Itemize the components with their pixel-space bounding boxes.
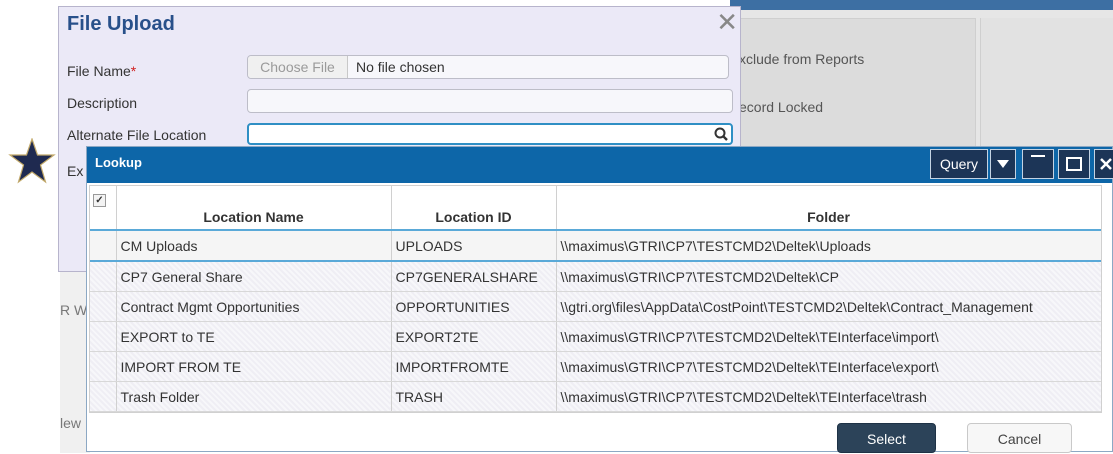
background-toolbar xyxy=(730,0,1113,10)
row-selector[interactable] xyxy=(90,291,117,322)
select-button[interactable]: Select xyxy=(837,423,936,453)
location-name-cell[interactable]: CP7 General Share xyxy=(116,261,392,292)
alternate-file-location-label: Alternate File Location xyxy=(67,127,207,143)
location-id-cell[interactable]: IMPORTFROMTE xyxy=(391,351,557,382)
close-icon xyxy=(1100,158,1112,170)
dropdown-arrow-icon xyxy=(997,160,1009,168)
location-name-cell[interactable]: IMPORT FROM TE xyxy=(116,351,392,382)
query-dropdown-button[interactable] xyxy=(990,149,1016,179)
description-label: Description xyxy=(67,95,138,111)
folder-cell[interactable]: \\maximus\GTRI\CP7\TESTCMD2\Deltek\TEInt… xyxy=(556,381,1101,412)
folder-cell[interactable]: \\maximus\GTRI\CP7\TESTCMD2\Deltek\CP xyxy=(556,261,1101,292)
table-row[interactable]: IMPORT FROM TE IMPORTFROMTE \\maximus\GT… xyxy=(90,351,1101,382)
row-selector[interactable] xyxy=(90,261,117,292)
location-id-cell[interactable]: UPLOADS xyxy=(391,229,557,262)
column-header-location-id[interactable]: Location ID xyxy=(391,186,557,231)
select-all-header[interactable]: ✓ xyxy=(90,186,117,231)
partial-hidden-label: Ex xyxy=(67,163,84,179)
file-name-label: File Name* xyxy=(67,63,136,79)
maximize-icon xyxy=(1066,157,1082,171)
exclude-from-reports-label: xclude from Reports xyxy=(739,51,865,67)
table-row[interactable]: CM Uploads UPLOADS \\maximus\GTRI\CP7\TE… xyxy=(90,229,1101,262)
row-selector[interactable] xyxy=(90,321,117,352)
background-fragment-text: R W xyxy=(60,302,88,318)
lookup-close-button[interactable] xyxy=(1094,149,1113,179)
star-icon xyxy=(8,138,56,184)
table-header-row: ✓ Location Name Location ID Folder xyxy=(90,186,1101,231)
folder-cell[interactable]: \\maximus\GTRI\CP7\TESTCMD2\Deltek\Uploa… xyxy=(556,229,1101,262)
background-panel: xclude from Reports ecord Locked xyxy=(730,18,976,150)
minimize-icon xyxy=(1031,155,1045,157)
table-row[interactable]: Contract Mgmt Opportunities OPPORTUNITIE… xyxy=(90,291,1101,322)
column-header-folder[interactable]: Folder xyxy=(556,186,1101,231)
location-name-cell[interactable]: CM Uploads xyxy=(116,229,392,262)
query-button[interactable]: Query xyxy=(930,149,988,179)
lookup-table: ✓ Location Name Location ID Folder CM Up… xyxy=(90,186,1101,412)
row-selector[interactable] xyxy=(90,351,117,382)
background-panel-right xyxy=(980,18,1113,150)
minimize-button[interactable] xyxy=(1022,149,1054,179)
row-selector[interactable] xyxy=(90,381,117,412)
table-row[interactable]: CP7 General Share CP7GENERALSHARE \\maxi… xyxy=(90,261,1101,292)
row-selector[interactable] xyxy=(90,229,117,262)
column-header-location-name[interactable]: Location Name xyxy=(116,186,392,231)
search-icon[interactable] xyxy=(713,126,729,142)
table-row[interactable]: Trash Folder TRASH \\maximus\GTRI\CP7\TE… xyxy=(90,381,1101,412)
lookup-title: Lookup xyxy=(95,155,142,170)
alternate-file-location-field[interactable] xyxy=(247,123,733,145)
record-locked-label: ecord Locked xyxy=(739,99,824,115)
description-field[interactable] xyxy=(247,89,733,113)
choose-file-button[interactable]: Choose File xyxy=(248,56,348,78)
table-row[interactable]: EXPORT to TE EXPORT2TE \\maximus\GTRI\CP… xyxy=(90,321,1101,352)
background-fragment-text-2: lew xyxy=(60,415,82,431)
location-id-cell[interactable]: TRASH xyxy=(391,381,557,412)
checkbox-icon[interactable]: ✓ xyxy=(93,194,106,207)
maximize-button[interactable] xyxy=(1058,149,1090,179)
file-upload-title: File Upload xyxy=(67,13,175,35)
folder-cell[interactable]: \\maximus\GTRI\CP7\TESTCMD2\Deltek\TEInt… xyxy=(556,351,1101,382)
location-name-cell[interactable]: Trash Folder xyxy=(116,381,392,412)
lookup-dialog: Lookup Query ✓ Location Name Location ID… xyxy=(86,146,1113,453)
location-name-cell[interactable]: Contract Mgmt Opportunities xyxy=(116,291,392,322)
cancel-button[interactable]: Cancel xyxy=(967,423,1072,453)
file-input[interactable]: Choose File No file chosen xyxy=(247,55,729,79)
lookup-header: Lookup Query xyxy=(87,147,1113,183)
location-id-cell[interactable]: CP7GENERALSHARE xyxy=(391,261,557,292)
no-file-chosen-text: No file chosen xyxy=(356,59,445,75)
folder-cell[interactable]: \\maximus\GTRI\CP7\TESTCMD2\Deltek\TEInt… xyxy=(556,321,1101,352)
lookup-grid: ✓ Location Name Location ID Folder CM Up… xyxy=(89,185,1102,413)
close-icon[interactable]: ✕ xyxy=(716,7,738,37)
required-marker: * xyxy=(130,63,137,79)
location-id-cell[interactable]: EXPORT2TE xyxy=(391,321,557,352)
folder-cell[interactable]: \\gtri.org\files\AppData\CostPoint\TESTC… xyxy=(556,291,1101,322)
file-name-label-text: File Name xyxy=(67,63,131,79)
location-name-cell[interactable]: EXPORT to TE xyxy=(116,321,392,352)
location-id-cell[interactable]: OPPORTUNITIES xyxy=(391,291,557,322)
